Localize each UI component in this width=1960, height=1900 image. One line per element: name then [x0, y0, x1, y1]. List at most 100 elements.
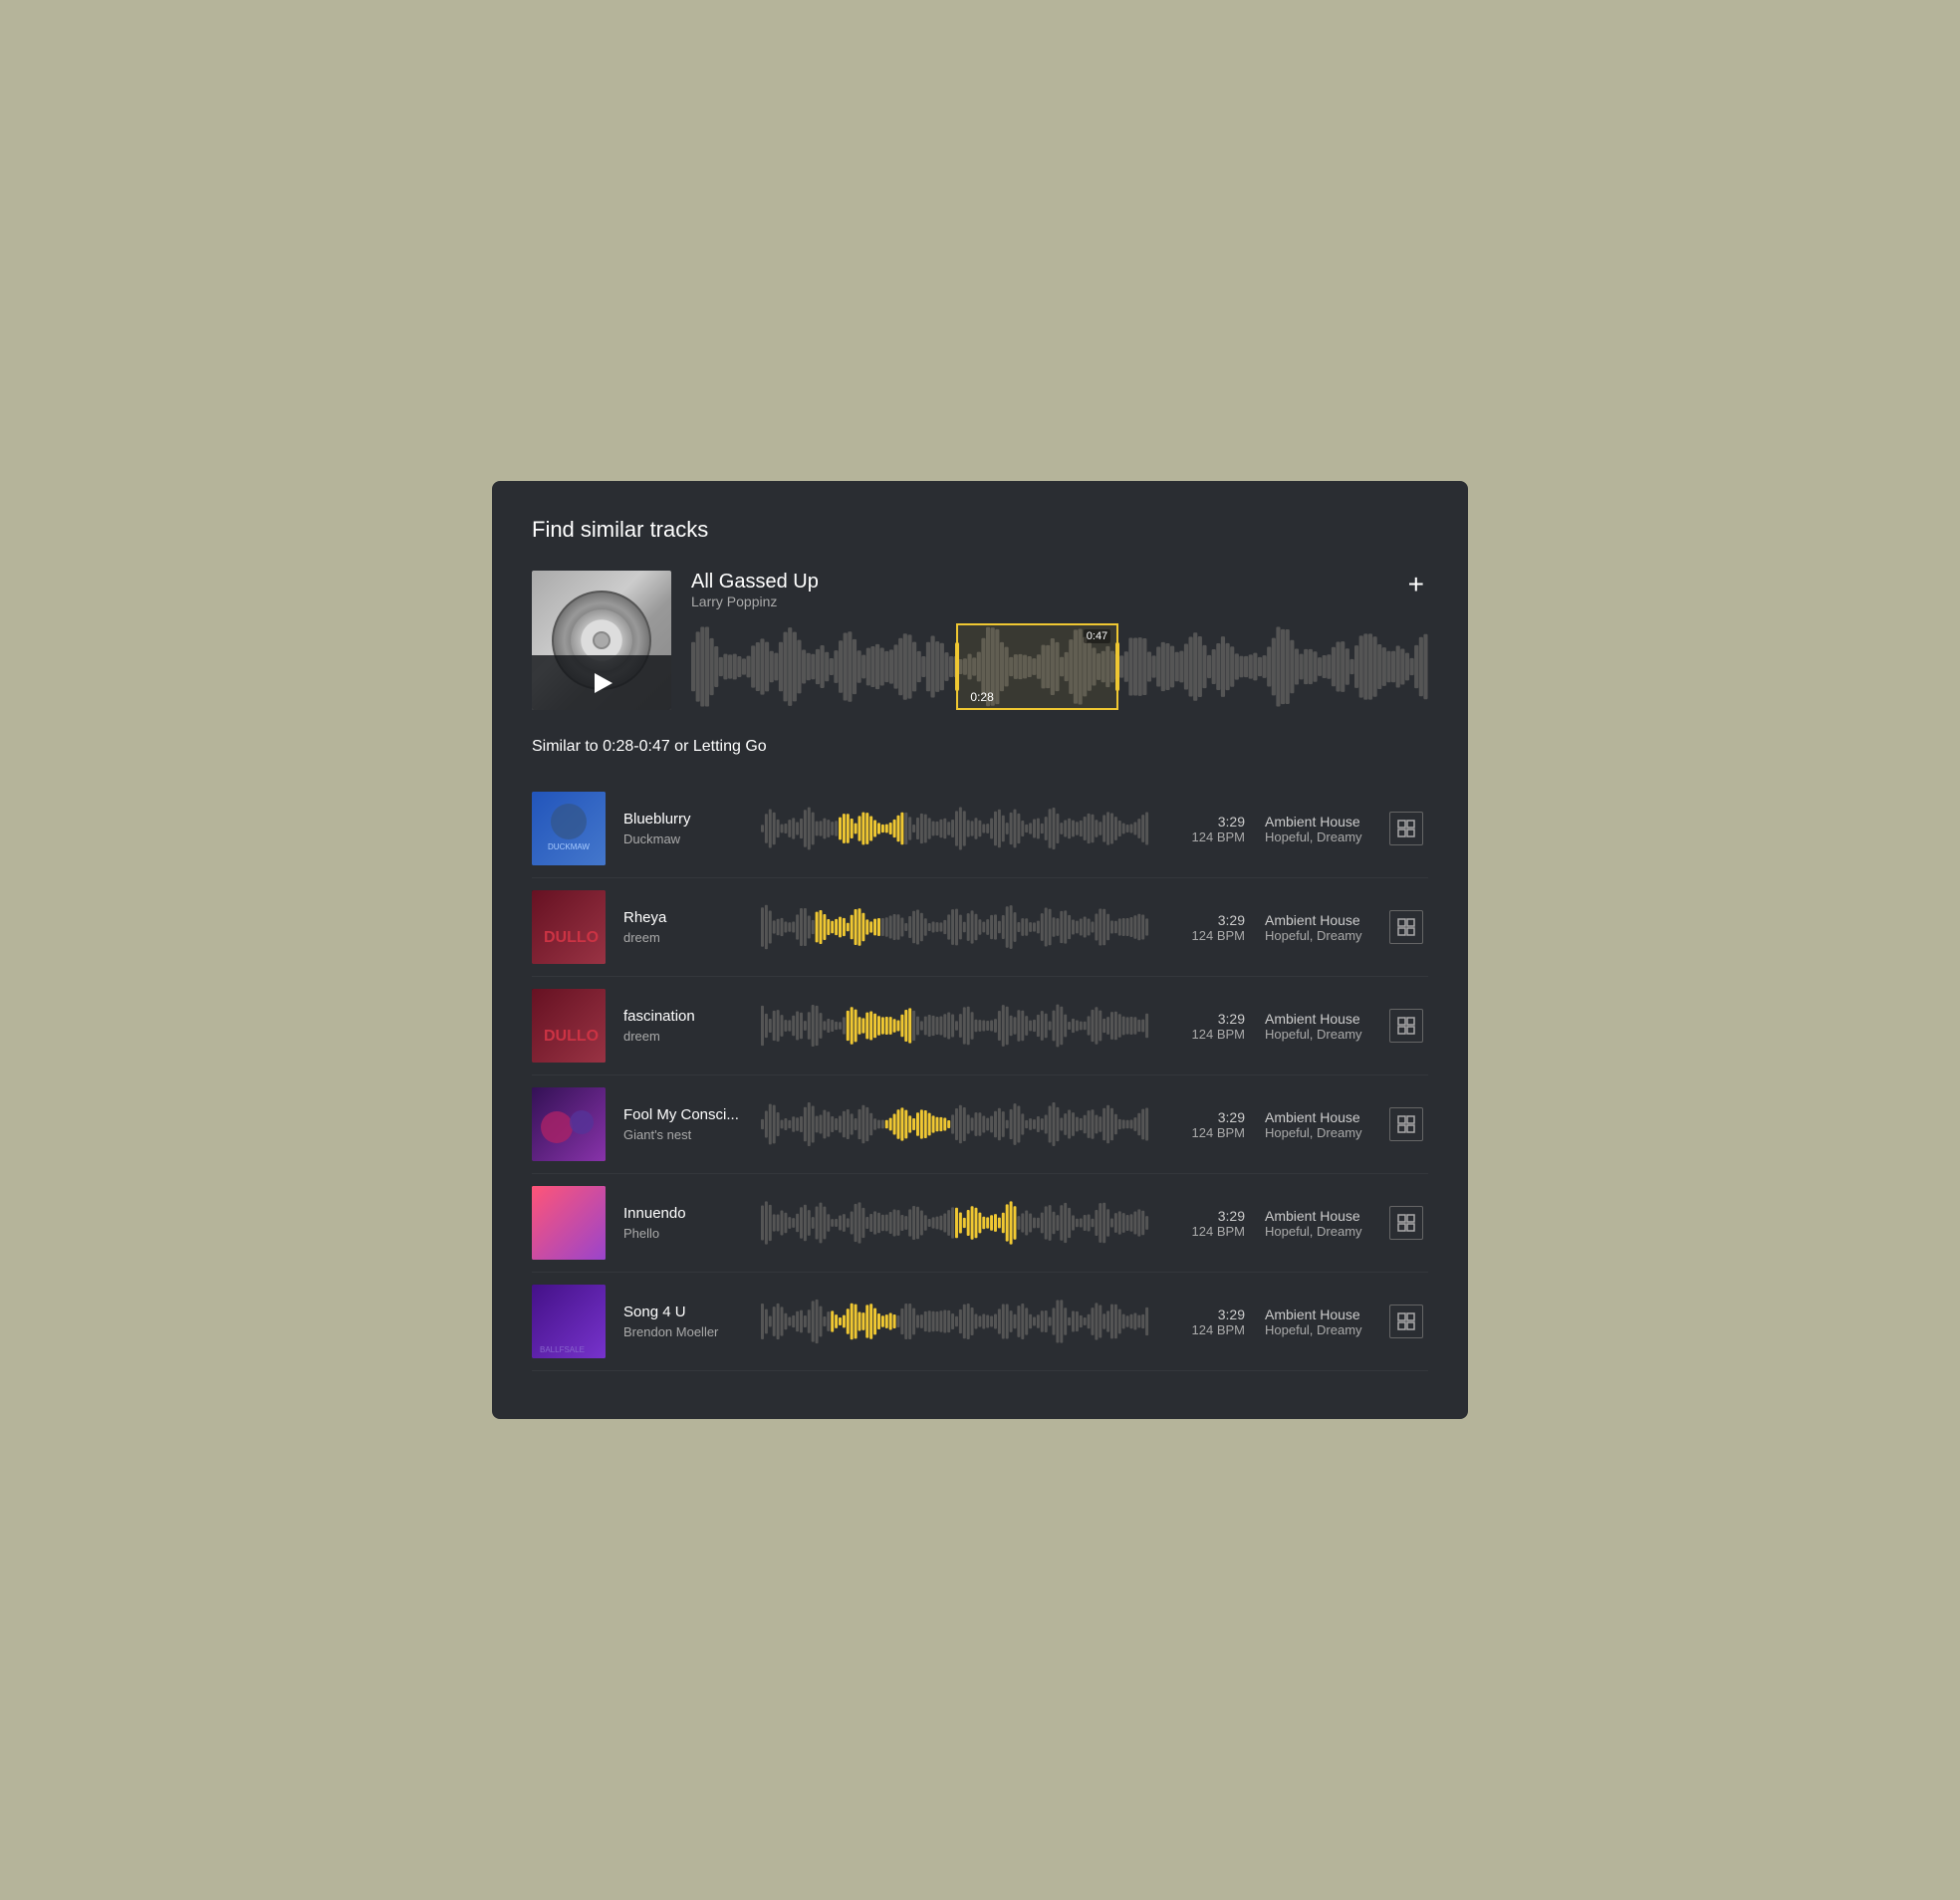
- svg-text:DUCKMAW: DUCKMAW: [548, 842, 590, 851]
- track-genre: Ambient House Hopeful, Dreamy: [1245, 814, 1384, 844]
- track-mood: Hopeful, Dreamy: [1265, 928, 1384, 943]
- track-art-svg: DUCKMAW: [532, 792, 606, 865]
- source-title-group: All Gassed Up Larry Poppinz: [691, 571, 819, 619]
- track-info: fascination dreem: [606, 1008, 745, 1044]
- track-bpm: 124 BPM: [1165, 1224, 1245, 1239]
- track-action-icon: [1396, 1016, 1416, 1036]
- track-action-icon: [1396, 1311, 1416, 1331]
- track-genre: Ambient House Hopeful, Dreamy: [1245, 1109, 1384, 1140]
- track-duration: 3:29: [1165, 1306, 1245, 1322]
- similar-label: Similar to 0:28-0:47 or Letting Go: [532, 738, 1428, 756]
- track-info: Rheya dreem: [606, 909, 745, 945]
- source-info-waveform: All Gassed Up Larry Poppinz + 0:47: [671, 571, 1428, 710]
- track-action-button[interactable]: [1389, 910, 1423, 944]
- track-item: Innuendo Phello 3:29 124 BPM Ambient Hou…: [532, 1174, 1428, 1273]
- track-action-icon: [1396, 917, 1416, 937]
- track-item: DULLO Rheya dreem 3:29 124 BPM Ambient H…: [532, 878, 1428, 977]
- track-bpm: 124 BPM: [1165, 830, 1245, 844]
- track-info: Innuendo Phello: [606, 1205, 745, 1241]
- track-name: fascination: [623, 1008, 745, 1025]
- track-action-button[interactable]: [1389, 1009, 1423, 1043]
- track-art-svg: DULLO: [532, 989, 606, 1063]
- track-meta: 3:29 124 BPM: [1165, 1306, 1245, 1337]
- track-artist: Phello: [623, 1226, 745, 1241]
- track-genre: Ambient House Hopeful, Dreamy: [1245, 1208, 1384, 1239]
- track-action: [1384, 1305, 1428, 1338]
- track-bpm: 124 BPM: [1165, 1027, 1245, 1042]
- panel-title: Find similar tracks: [532, 517, 1428, 543]
- track-waveform: [761, 998, 1149, 1054]
- track-action-icon: [1396, 1114, 1416, 1134]
- track-mood: Hopeful, Dreamy: [1265, 830, 1384, 844]
- track-art: [532, 1087, 606, 1161]
- track-waveform-svg: [761, 1294, 1149, 1349]
- track-waveform-svg: [761, 998, 1149, 1054]
- add-button[interactable]: +: [1404, 571, 1428, 598]
- track-action: [1384, 812, 1428, 845]
- source-art: [532, 571, 671, 710]
- track-mood: Hopeful, Dreamy: [1265, 1322, 1384, 1337]
- track-art-svg: [532, 1186, 606, 1260]
- track-action-button[interactable]: [1389, 1305, 1423, 1338]
- svg-text:DULLO: DULLO: [544, 929, 599, 946]
- track-action-button[interactable]: [1389, 812, 1423, 845]
- track-item: DULLO fascination dreem 3:29 124 BPM Amb…: [532, 977, 1428, 1075]
- track-action: [1384, 910, 1428, 944]
- track-action-button[interactable]: [1389, 1107, 1423, 1141]
- track-genre-name: Ambient House: [1265, 814, 1384, 830]
- track-art: DUCKMAW: [532, 792, 606, 865]
- track-genre: Ambient House Hopeful, Dreamy: [1245, 912, 1384, 943]
- track-item: Fool My Consci... Giant's nest 3:29 124 …: [532, 1075, 1428, 1174]
- track-action: [1384, 1107, 1428, 1141]
- track-bpm: 124 BPM: [1165, 928, 1245, 943]
- svg-text:DULLO: DULLO: [544, 1028, 599, 1045]
- track-waveform-svg: [761, 899, 1149, 955]
- track-waveform: [761, 1195, 1149, 1251]
- track-waveform: [761, 1096, 1149, 1152]
- track-genre-name: Ambient House: [1265, 1306, 1384, 1322]
- track-meta: 3:29 124 BPM: [1165, 1208, 1245, 1239]
- track-genre-name: Ambient House: [1265, 1109, 1384, 1125]
- track-artist: Brendon Moeller: [623, 1324, 745, 1339]
- source-artist: Larry Poppinz: [691, 594, 819, 609]
- track-action-icon: [1396, 819, 1416, 838]
- track-art: DULLO: [532, 989, 606, 1063]
- track-name: Innuendo: [623, 1205, 745, 1222]
- track-duration: 3:29: [1165, 814, 1245, 830]
- track-art: [532, 1186, 606, 1260]
- play-button[interactable]: [586, 667, 617, 699]
- track-info: Blueblurry Duckmaw: [606, 811, 745, 846]
- track-artist: dreem: [623, 1029, 745, 1044]
- track-action: [1384, 1206, 1428, 1240]
- svg-text:BALLFSALE: BALLFSALE: [540, 1345, 585, 1354]
- vinyl-center: [593, 631, 611, 649]
- track-meta: 3:29 124 BPM: [1165, 1011, 1245, 1042]
- track-bpm: 124 BPM: [1165, 1125, 1245, 1140]
- track-art: BALLFSALE: [532, 1285, 606, 1358]
- track-artist: Giant's nest: [623, 1127, 745, 1142]
- track-art-svg: [532, 1087, 606, 1161]
- source-waveform-bars: [691, 623, 1428, 710]
- track-genre-name: Ambient House: [1265, 1011, 1384, 1027]
- track-meta: 3:29 124 BPM: [1165, 912, 1245, 943]
- track-meta: 3:29 124 BPM: [1165, 1109, 1245, 1140]
- track-meta: 3:29 124 BPM: [1165, 814, 1245, 844]
- main-panel: Find similar tracks All Gassed Up Larry …: [492, 481, 1468, 1419]
- track-action-button[interactable]: [1389, 1206, 1423, 1240]
- track-genre-name: Ambient House: [1265, 1208, 1384, 1224]
- track-mood: Hopeful, Dreamy: [1265, 1027, 1384, 1042]
- track-genre: Ambient House Hopeful, Dreamy: [1245, 1306, 1384, 1337]
- track-info: Song 4 U Brendon Moeller: [606, 1304, 745, 1339]
- track-item: DUCKMAW Blueblurry Duckmaw 3:29 124 BPM …: [532, 780, 1428, 878]
- track-mood: Hopeful, Dreamy: [1265, 1224, 1384, 1239]
- track-art: DULLO: [532, 890, 606, 964]
- track-action-icon: [1396, 1213, 1416, 1233]
- track-genre-name: Ambient House: [1265, 912, 1384, 928]
- track-art-svg: DULLO: [532, 890, 606, 964]
- track-waveform: [761, 899, 1149, 955]
- track-mood: Hopeful, Dreamy: [1265, 1125, 1384, 1140]
- track-name: Song 4 U: [623, 1304, 745, 1320]
- track-waveform-svg: [761, 1195, 1149, 1251]
- play-overlay: [532, 655, 671, 710]
- track-duration: 3:29: [1165, 912, 1245, 928]
